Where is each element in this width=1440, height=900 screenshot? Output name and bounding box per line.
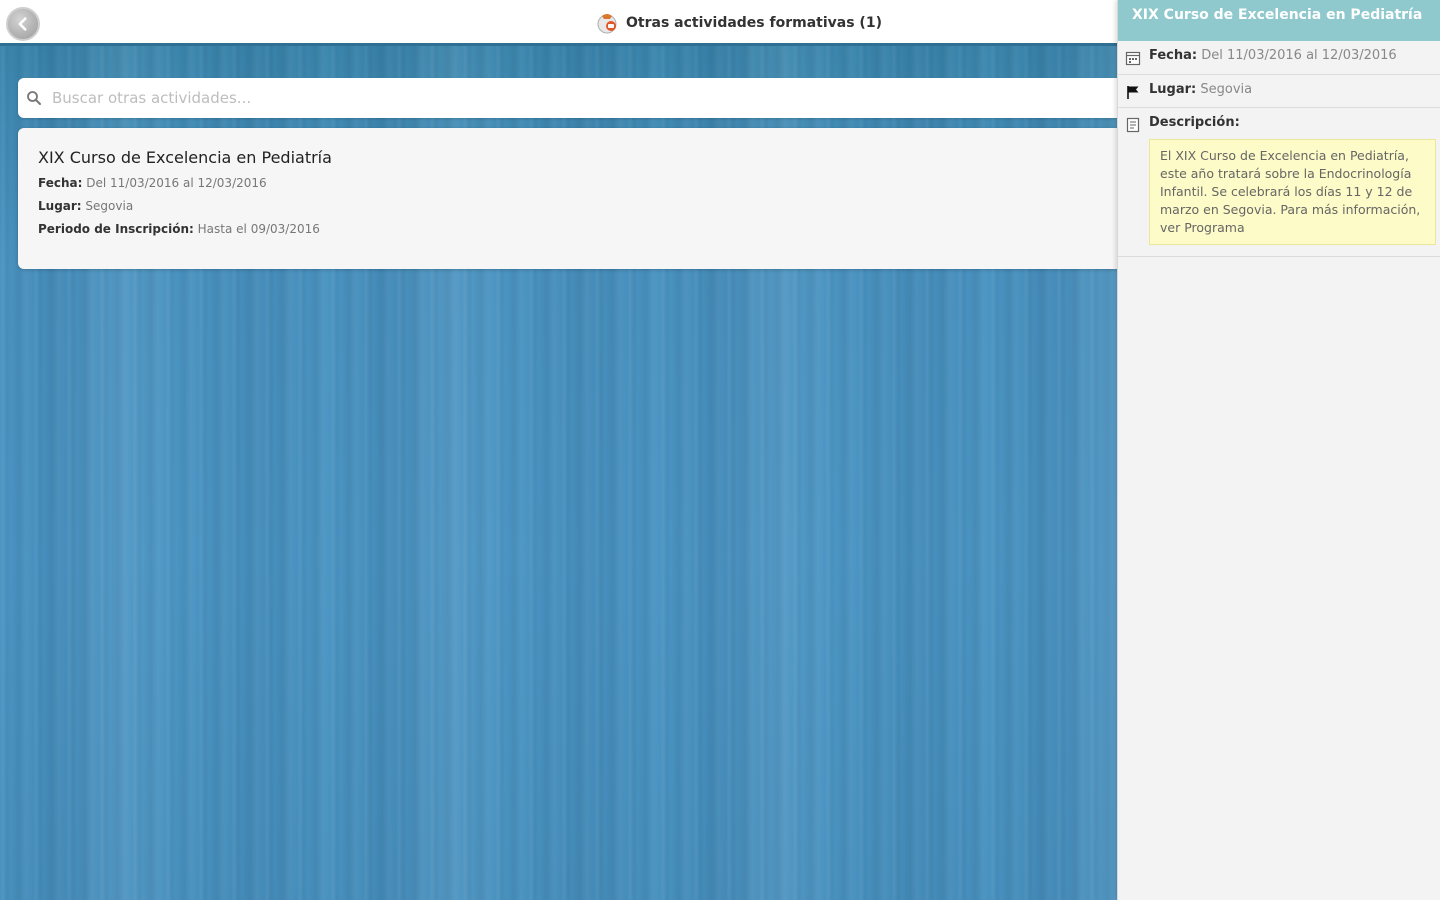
activity-fecha-label: Fecha: [38, 176, 83, 190]
app-logo-icon [597, 14, 617, 34]
search-input[interactable] [52, 89, 952, 107]
detail-title: XIX Curso de Excelencia en Pediatría [1118, 0, 1440, 41]
detail-fecha-row: Fecha: Del 11/03/2016 al 12/03/2016 [1118, 41, 1440, 75]
detail-fecha-label: Fecha: [1149, 48, 1198, 63]
search-bar [18, 78, 1117, 118]
activity-lugar-value: Segovia [85, 199, 134, 213]
flag-icon [1127, 86, 1139, 99]
activity-inscripcion-label: Periodo de Inscripción: [38, 222, 194, 236]
detail-descripcion-text: El XIX Curso de Excelencia en Pediatría,… [1149, 139, 1436, 245]
activity-inscripcion: Periodo de Inscripción: Hasta el 09/03/2… [38, 222, 1117, 236]
detail-lugar-value: Segovia [1200, 82, 1253, 97]
search-icon [27, 91, 41, 105]
calendar-icon [1125, 51, 1141, 66]
main-area: Otras actividades formativas (1) XIX Cur… [0, 0, 1117, 900]
detail-descripcion-row: Descripción: El XIX Curso de Excelencia … [1118, 108, 1440, 257]
back-button[interactable] [6, 7, 40, 41]
detail-lugar-row: Lugar: Segovia [1118, 75, 1440, 108]
back-arrow-icon [18, 17, 27, 31]
document-icon [1126, 117, 1140, 133]
detail-descripcion-label: Descripción: [1149, 115, 1240, 130]
detail-fecha-value: Del 11/03/2016 al 12/03/2016 [1201, 48, 1397, 63]
activity-lugar: Lugar: Segovia [38, 199, 1117, 213]
detail-lugar-label: Lugar: [1149, 82, 1197, 97]
top-bar: Otras actividades formativas (1) [0, 0, 1117, 46]
page-title-group: Otras actividades formativas (1) [594, 8, 882, 38]
activity-inscripcion-value: Hasta el 09/03/2016 [197, 222, 320, 236]
activity-title: XIX Curso de Excelencia en Pediatría [38, 148, 332, 167]
page-title: Otras actividades formativas (1) [626, 15, 882, 31]
activity-fecha: Fecha: Del 11/03/2016 al 12/03/2016 [38, 176, 1117, 190]
activity-lugar-label: Lugar: [38, 199, 82, 213]
detail-panel: XIX Curso de Excelencia en Pediatría Fec… [1117, 0, 1440, 900]
activity-card[interactable]: XIX Curso de Excelencia en Pediatría Fec… [18, 128, 1117, 269]
activity-fecha-value: Del 11/03/2016 al 12/03/2016 [86, 176, 267, 190]
